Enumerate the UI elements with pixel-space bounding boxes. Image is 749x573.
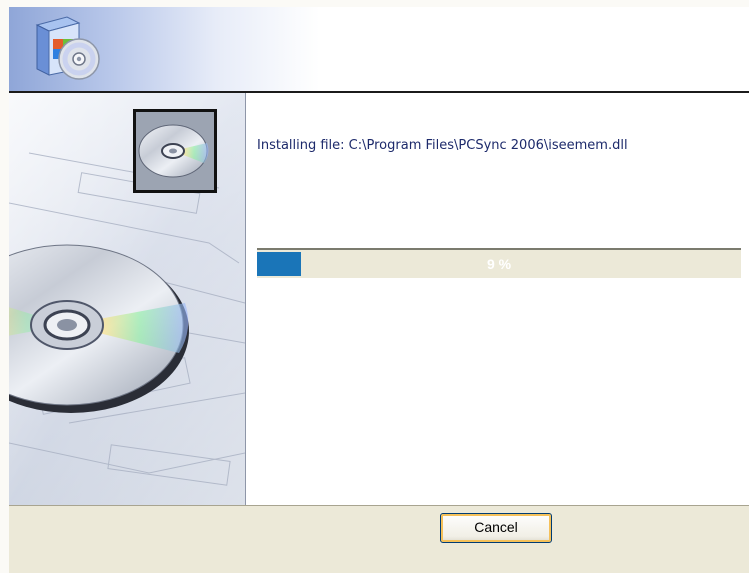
side-artwork-panel (9, 93, 245, 505)
installing-file-label: Installing file: C:\Program Files\PCSync… (257, 138, 628, 153)
side-artwork (9, 93, 245, 505)
progress-percent-label: 9 % (486, 256, 512, 272)
cd-disc-icon (133, 109, 217, 193)
install-progress-bar: 9 % (257, 248, 741, 278)
installer-box-cd-icon (35, 16, 100, 80)
install-progress-panel: Installing file: C:\Program Files\PCSync… (246, 93, 749, 505)
button-bar: Cancel (9, 505, 749, 573)
installer-window: Installing file: C:\Program Files\PCSync… (9, 7, 749, 573)
cancel-button[interactable]: Cancel (440, 513, 552, 543)
header-banner (9, 7, 749, 91)
